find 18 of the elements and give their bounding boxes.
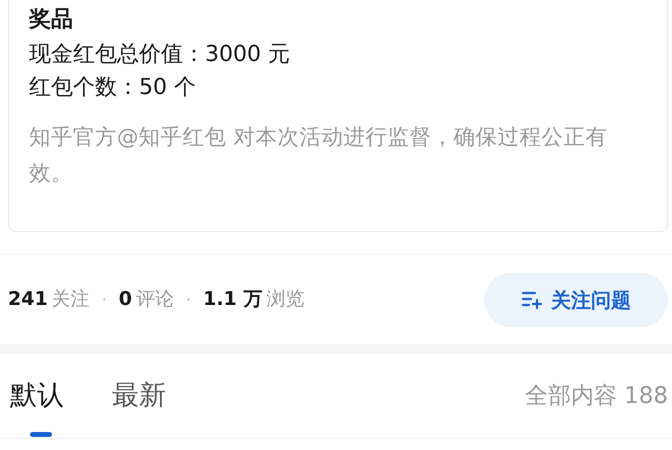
- active-tab-indicator: [30, 432, 52, 436]
- sort-tab[interactable]: 最新: [112, 354, 166, 438]
- list-add-icon: [521, 290, 543, 310]
- supervision-note: 知乎官方@知乎红包 对本次活动进行监督，确保过程公正有效。: [29, 124, 608, 188]
- stat-label: 评论: [136, 287, 174, 312]
- stat-count: 1.1 万: [203, 287, 262, 312]
- separator-dot: ·: [102, 288, 107, 310]
- stat-count: 241: [8, 287, 48, 312]
- stat-count: 0: [118, 287, 132, 312]
- total-content-count: 全部内容 188: [524, 382, 668, 411]
- stat-label: 浏览: [266, 287, 304, 312]
- sort-tab[interactable]: 默认: [10, 354, 64, 438]
- prize-detail: 现金红包总价值：3000 元: [29, 41, 291, 69]
- separator-dot: ·: [186, 288, 192, 310]
- prize-title: 奖品: [29, 6, 74, 34]
- prize-detail: 红包个数：50 个: [29, 74, 197, 102]
- stat-label: 关注: [52, 287, 90, 312]
- follow-question-button[interactable]: 关注问题: [484, 272, 668, 326]
